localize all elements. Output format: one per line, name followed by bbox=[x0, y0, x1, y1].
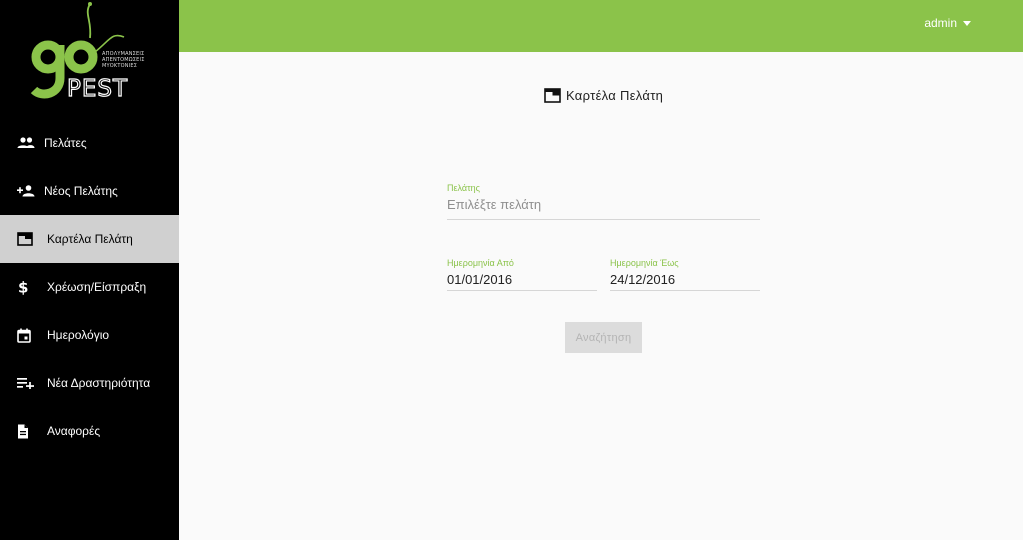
date-from-field[interactable]: Ημερομηνία Από 01/01/2016 bbox=[447, 258, 597, 292]
person-add-icon bbox=[17, 183, 37, 199]
sidebar-item-reports[interactable]: Αναφορές bbox=[0, 407, 179, 455]
people-icon bbox=[17, 135, 37, 151]
customer-select-field[interactable]: Πελάτης Επιλέξτε πελάτη bbox=[447, 183, 760, 221]
sidebar-item-label: Αναφορές bbox=[47, 424, 101, 438]
customer-label: Πελάτης bbox=[447, 183, 480, 193]
tab-card-icon bbox=[17, 231, 37, 247]
sidebar-item-label: Νέος Πελάτης bbox=[44, 184, 118, 198]
gopest-logo[interactable]: ΑΠΟΛΥΜΑΝΣΕΙΣ ΑΠΕΝΤΟΜΩΣΕΙΣ ΜΥΟΚΤΟΝΙΕΣ PES… bbox=[0, 0, 179, 118]
search-button[interactable]: Αναζήτηση bbox=[565, 322, 642, 353]
tab-card-icon bbox=[544, 88, 561, 103]
date-from-label: Ημερομηνία Από bbox=[447, 258, 514, 268]
logo-pest-text: PEST bbox=[66, 75, 129, 102]
calendar-icon bbox=[17, 327, 37, 343]
customer-underline bbox=[447, 219, 760, 220]
top-app-bar: admin bbox=[179, 0, 1023, 52]
date-to-label: Ημερομηνία Έως bbox=[610, 258, 679, 268]
user-menu[interactable]: admin bbox=[924, 16, 971, 30]
date-to-input[interactable]: 24/12/2016 bbox=[610, 272, 760, 287]
sidebar-item-new-activity[interactable]: Νέα Δραστηριότητα bbox=[0, 359, 179, 407]
playlist-add-icon bbox=[17, 375, 37, 391]
sidebar-item-customer-card[interactable]: Καρτέλα Πελάτη bbox=[0, 215, 179, 263]
sidebar-item-customers[interactable]: Πελάτες bbox=[0, 119, 179, 167]
sidebar-item-label: Πελάτες bbox=[44, 136, 87, 150]
page-title: Καρτέλα Πελάτη bbox=[544, 88, 663, 103]
sidebar-item-charge-payment[interactable]: $ Χρέωση/Είσπραξη bbox=[0, 263, 179, 311]
customer-input[interactable]: Επιλέξτε πελάτη bbox=[447, 197, 760, 212]
user-name: admin bbox=[924, 16, 957, 30]
sidebar-item-label: Ημερολόγιο bbox=[47, 328, 110, 342]
dollar-icon: $ bbox=[17, 279, 37, 295]
page-title-text: Καρτέλα Πελάτη bbox=[566, 88, 664, 103]
sidebar-item-label: Χρέωση/Είσπραξη bbox=[47, 280, 147, 294]
document-icon bbox=[17, 423, 37, 439]
date-from-input[interactable]: 01/01/2016 bbox=[447, 272, 597, 287]
sidebar-nav: Πελάτες Νέος Πελάτης Καρτέλα Πελάτη $ Χρ… bbox=[0, 119, 179, 455]
sidebar-item-calendar[interactable]: Ημερολόγιο bbox=[0, 311, 179, 359]
sidebar-item-new-customer[interactable]: Νέος Πελάτης bbox=[0, 167, 179, 215]
svg-text:$: $ bbox=[18, 279, 28, 295]
logo-subtitle-3: ΜΥΟΚΤΟΝΙΕΣ bbox=[102, 63, 138, 69]
chevron-down-icon bbox=[963, 20, 971, 26]
date-to-field[interactable]: Ημερομηνία Έως 24/12/2016 bbox=[610, 258, 760, 292]
sidebar: ΑΠΟΛΥΜΑΝΣΕΙΣ ΑΠΕΝΤΟΜΩΣΕΙΣ ΜΥΟΚΤΟΝΙΕΣ PES… bbox=[0, 0, 179, 540]
date-from-underline bbox=[447, 290, 597, 291]
date-to-underline bbox=[610, 290, 760, 291]
sidebar-item-label: Νέα Δραστηριότητα bbox=[47, 376, 151, 390]
sidebar-item-label: Καρτέλα Πελάτη bbox=[47, 232, 133, 246]
